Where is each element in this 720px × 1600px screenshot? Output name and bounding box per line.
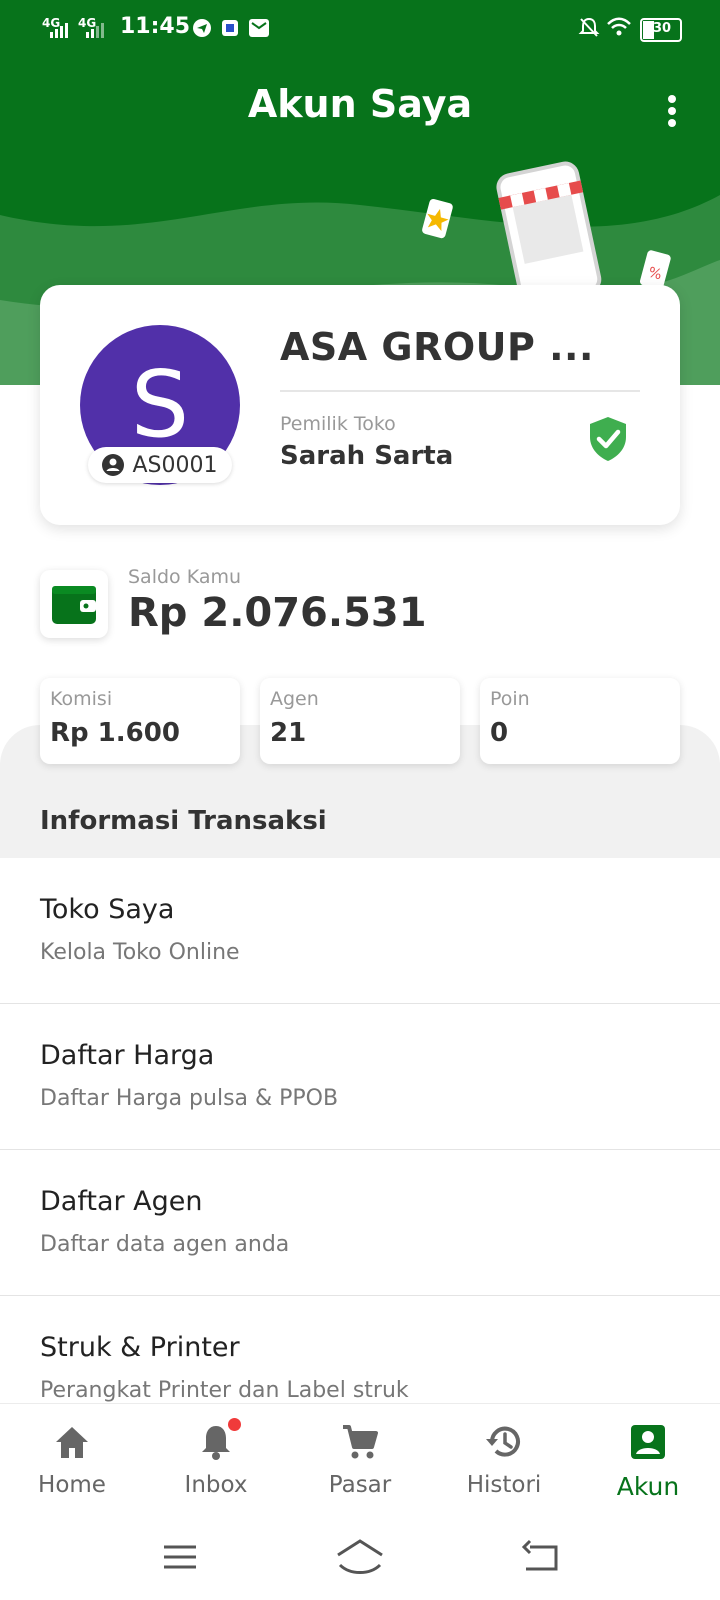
nav-label: Pasar <box>328 1472 392 1498</box>
nav-label: Histori <box>466 1472 542 1498</box>
balance-value: Rp 2.076.531 <box>128 590 427 636</box>
wifi-icon <box>607 17 631 36</box>
stat-label: Agen <box>270 688 319 710</box>
owner-label: Pemilik Toko <box>280 413 396 435</box>
menu-item-title: Daftar Harga <box>40 1040 215 1071</box>
page-title: Akun Saya <box>247 82 473 126</box>
account-id-chip: AS0001 <box>88 447 232 483</box>
home-icon <box>56 1427 88 1458</box>
wallet-icon <box>52 586 96 624</box>
more-dot <box>668 119 676 127</box>
divider <box>280 390 640 392</box>
profile-card[interactable]: S AS0001 ASA GROUP ... Pemilik Toko Sara… <box>40 285 680 525</box>
nav-akun[interactable]: Akun <box>576 1404 720 1514</box>
store-illustration: % <box>422 161 671 290</box>
wallet-button[interactable] <box>40 570 108 638</box>
menu-item-subtitle: Daftar data agen anda <box>40 1232 290 1257</box>
history-icon <box>486 1426 520 1457</box>
stat-value: 0 <box>490 718 509 748</box>
account-icon <box>631 1425 665 1459</box>
menu-item-title: Daftar Agen <box>40 1186 203 1217</box>
owner-name: Sarah Sarta <box>280 441 454 471</box>
nav-label: Akun <box>616 1472 680 1501</box>
more-dot <box>668 107 676 115</box>
section-title: Informasi Transaksi <box>40 806 327 836</box>
stat-label: Poin <box>490 688 530 710</box>
status-bar: 4G 4G 11:45 30 <box>0 0 720 56</box>
more-options-button[interactable] <box>650 92 694 136</box>
battery-level: 30 <box>653 21 672 36</box>
stat-card-komisi[interactable]: Komisi Rp 1.600 <box>40 678 240 764</box>
system-navigation-bar <box>0 1513 720 1600</box>
menu-item-subtitle: Perangkat Printer dan Label struk <box>40 1378 409 1403</box>
app-icon <box>222 20 238 36</box>
menu-icon[interactable] <box>150 1535 210 1579</box>
more-dot <box>668 95 676 103</box>
account-id: AS0001 <box>132 452 218 478</box>
cart-icon <box>343 1425 378 1459</box>
message-icon <box>249 19 269 37</box>
menu-item-toko-saya[interactable]: Toko Saya Kelola Toko Online <box>0 858 720 1004</box>
notification-mute-icon <box>578 17 600 37</box>
menu-item-title: Struk & Printer <box>40 1332 240 1363</box>
notification-dot <box>228 1418 241 1431</box>
bottom-navigation: Home Inbox Pasar Histori Akun <box>0 1403 720 1514</box>
stat-value: Rp 1.600 <box>50 718 180 748</box>
nav-label: Home <box>38 1472 106 1498</box>
nav-histori[interactable]: Histori <box>432 1404 576 1514</box>
menu-item-daftar-harga[interactable]: Daftar Harga Daftar Harga pulsa & PPOB <box>0 1004 720 1150</box>
user-circle-icon <box>102 454 125 476</box>
signal-icon-2 <box>86 23 104 38</box>
stat-card-poin[interactable]: Poin 0 <box>480 678 680 764</box>
home-nav-icon[interactable] <box>330 1535 390 1579</box>
nav-pasar[interactable]: Pasar <box>288 1404 432 1514</box>
clock: 11:45 <box>120 14 191 39</box>
back-icon[interactable] <box>512 1535 572 1579</box>
menu-item-subtitle: Daftar Harga pulsa & PPOB <box>40 1086 339 1111</box>
menu-item-title: Toko Saya <box>40 894 175 925</box>
menu-item-subtitle: Kelola Toko Online <box>40 940 240 965</box>
battery-icon: 30 <box>640 18 682 42</box>
telegram-icon <box>193 19 211 37</box>
stat-value: 21 <box>270 718 307 748</box>
nav-inbox[interactable]: Inbox <box>144 1404 288 1514</box>
store-name: ASA GROUP ... <box>280 325 594 369</box>
verified-shield-icon <box>590 417 626 461</box>
menu-item-daftar-agen[interactable]: Daftar Agen Daftar data agen anda <box>0 1150 720 1296</box>
signal-icon <box>50 23 68 38</box>
balance-label: Saldo Kamu <box>128 566 242 588</box>
stat-label: Komisi <box>50 688 113 710</box>
nav-home[interactable]: Home <box>0 1404 144 1514</box>
nav-label: Inbox <box>184 1472 248 1498</box>
stat-card-agen[interactable]: Agen 21 <box>260 678 460 764</box>
